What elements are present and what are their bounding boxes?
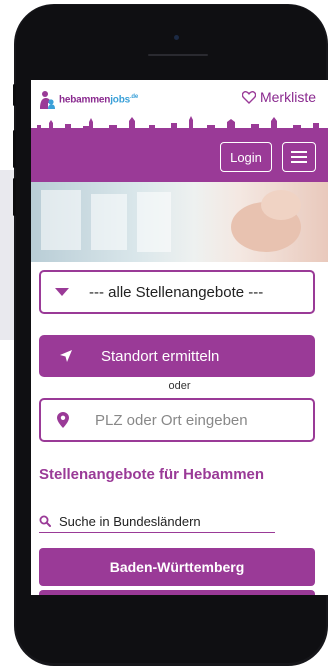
hero-window-shape	[137, 192, 171, 252]
state-search-link[interactable]: Suche in Bundesländern	[39, 510, 275, 533]
top-bar: hebammenjobs.de Merkliste	[31, 80, 328, 120]
hero-image	[31, 182, 328, 262]
phone-volume-down-button	[13, 178, 16, 216]
menu-line	[291, 151, 307, 153]
phone-camera	[174, 35, 179, 40]
state-search-label: Suche in Bundesländern	[59, 513, 201, 529]
phone-screen: hebammenjobs.de Merkliste Login --- alle…	[31, 80, 328, 595]
hero-window-shape	[41, 190, 81, 250]
caret-down-icon	[55, 288, 69, 296]
logo-text-part3: .de	[129, 94, 139, 101]
locate-button-label: Standort ermitteln	[101, 347, 220, 365]
heart-icon	[241, 90, 256, 104]
merkliste-label: Merkliste	[259, 89, 316, 105]
logo-text-part2: jobs	[110, 94, 130, 106]
phone-side-button	[13, 84, 16, 106]
logo-mother-icon	[40, 91, 55, 109]
nav-bar: Login	[31, 130, 328, 182]
state-button-next[interactable]	[39, 590, 315, 595]
location-field[interactable]	[39, 398, 315, 442]
select-value: --- alle Stellenangebote ---	[89, 283, 264, 301]
job-category-select[interactable]: --- alle Stellenangebote ---	[39, 270, 315, 314]
phone-speaker	[148, 54, 208, 56]
state-button-baden-wuerttemberg[interactable]: Baden-Württemberg	[39, 548, 315, 586]
search-icon	[39, 515, 51, 527]
login-button[interactable]: Login	[220, 142, 272, 172]
map-pin-icon	[57, 412, 69, 428]
menu-line	[291, 161, 307, 163]
locate-button[interactable]: Standort ermitteln	[39, 335, 315, 377]
phone-volume-up-button	[13, 130, 16, 168]
logo-text-part1: hebammen	[59, 94, 111, 106]
hero-baby-feet-shape	[261, 190, 301, 220]
site-logo[interactable]: hebammenjobs.de	[37, 90, 138, 110]
logo-text: hebammenjobs.de	[59, 94, 138, 105]
location-input[interactable]	[93, 410, 297, 430]
or-separator: oder	[168, 380, 191, 392]
section-title: Stellenangebote für Hebammen	[39, 466, 265, 483]
hero-window-shape	[91, 194, 127, 250]
menu-line	[291, 156, 307, 158]
merkliste-link[interactable]: Merkliste	[241, 89, 316, 105]
location-arrow-icon	[60, 350, 72, 362]
hamburger-menu-button[interactable]	[282, 142, 316, 172]
